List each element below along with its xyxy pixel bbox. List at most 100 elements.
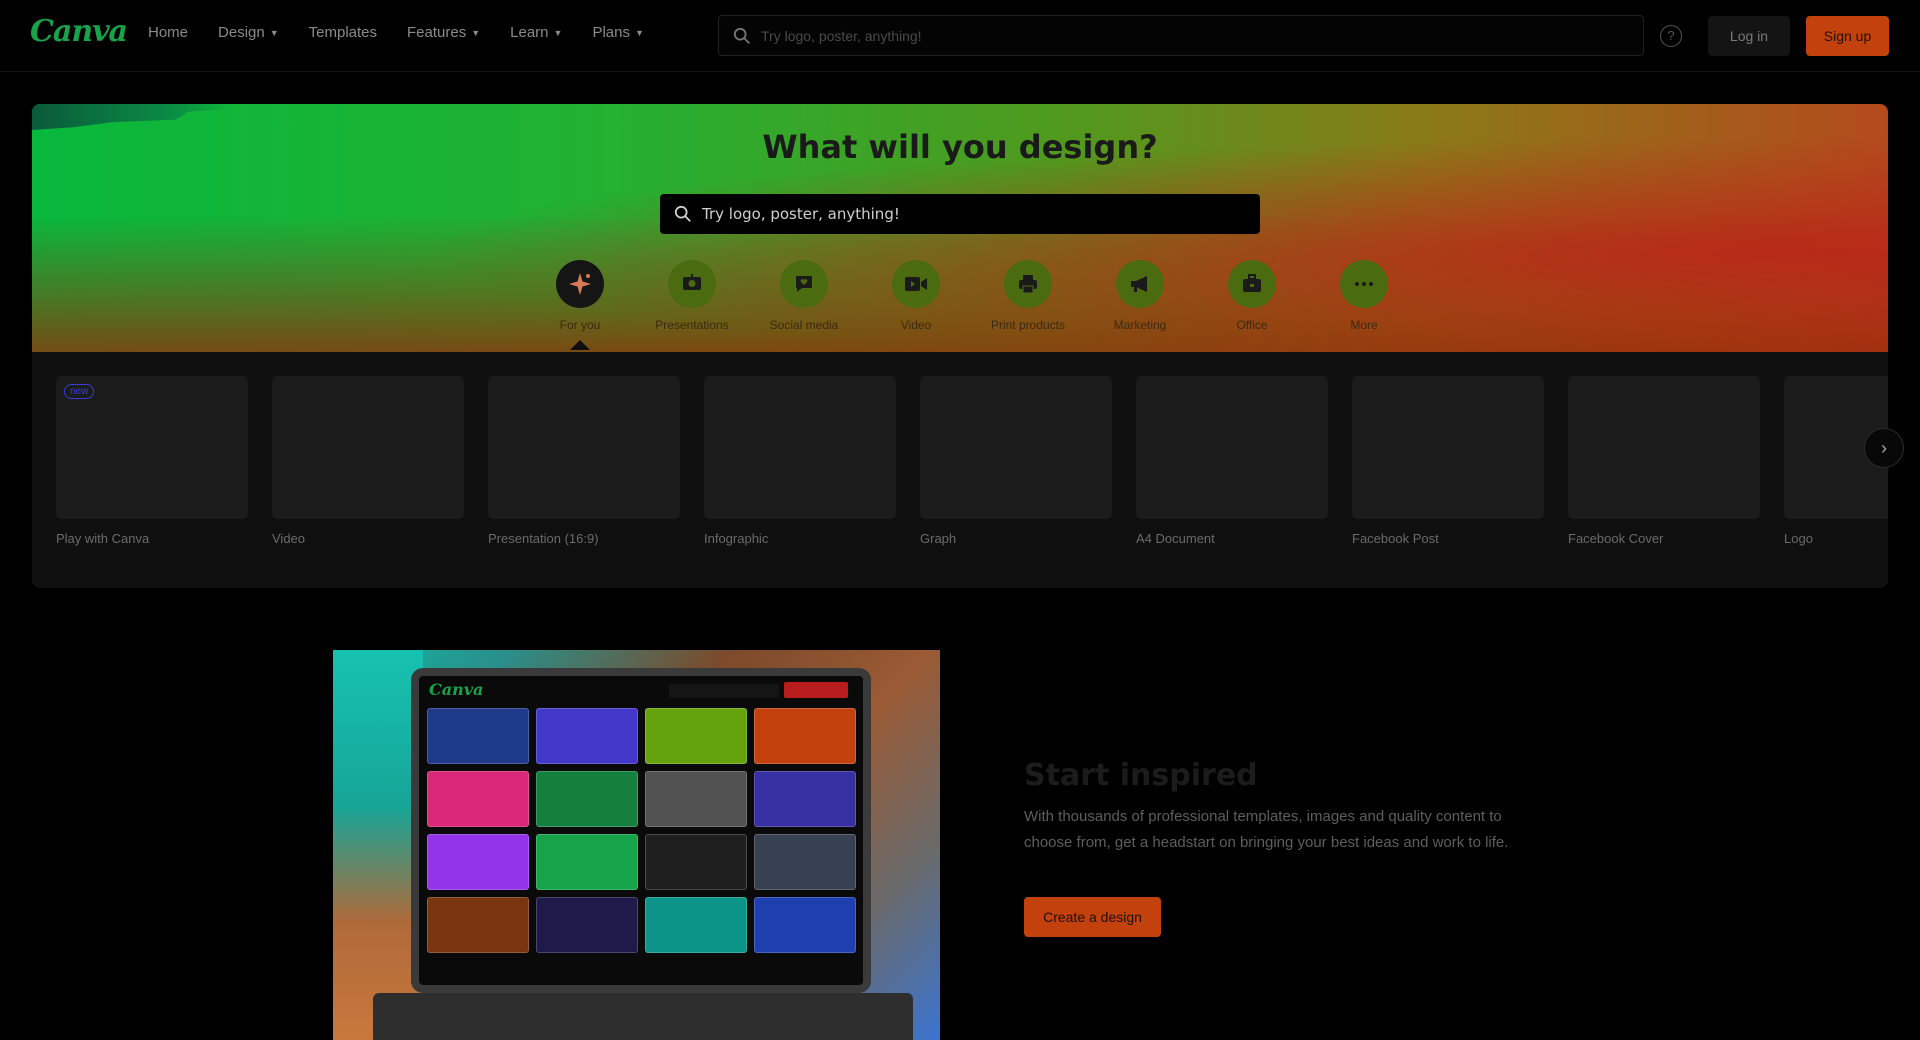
design-type-card[interactable]: Video xyxy=(272,376,464,546)
video-camera-icon xyxy=(892,260,940,308)
design-type-thumbnail xyxy=(1352,376,1544,519)
screen-canva-logo: Canva xyxy=(429,680,484,699)
template-tile xyxy=(427,771,529,827)
category-presentations[interactable]: Presentations xyxy=(636,260,748,332)
laptop-photo: Canva xyxy=(333,650,940,1040)
design-type-card[interactable]: Facebook Post xyxy=(1352,376,1544,546)
category-print-products[interactable]: Print products xyxy=(972,260,1084,332)
search-icon xyxy=(674,205,691,222)
nav-learn[interactable]: Learn ▼ xyxy=(510,24,562,41)
design-type-label: Logo xyxy=(1784,531,1813,546)
hero-search-input[interactable] xyxy=(702,205,1242,223)
design-type-card[interactable]: Presentation (16:9) xyxy=(488,376,680,546)
template-tile xyxy=(427,897,529,953)
hero-banner: What will you design? For you Presentati… xyxy=(32,104,1888,352)
template-tile xyxy=(754,708,856,764)
category-label: Office xyxy=(1236,318,1268,332)
start-inspired-title: Start inspired xyxy=(1024,758,1258,793)
printer-icon xyxy=(1004,260,1052,308)
active-indicator xyxy=(570,340,590,350)
question-circle-icon[interactable]: ? xyxy=(1660,25,1682,47)
nav-features[interactable]: Features ▼ xyxy=(407,24,480,41)
presentation-icon xyxy=(668,260,716,308)
category-more[interactable]: More xyxy=(1308,260,1420,332)
heart-chat-icon xyxy=(780,260,828,308)
photo-background xyxy=(333,650,423,1040)
hero-decoration xyxy=(32,104,232,130)
nav-home[interactable]: Home xyxy=(148,24,188,41)
template-tile xyxy=(536,708,638,764)
sparkle-icon xyxy=(556,260,604,308)
design-type-label: Presentation (16:9) xyxy=(488,531,599,546)
design-type-card[interactable]: A4 Document xyxy=(1136,376,1328,546)
template-tile xyxy=(645,897,747,953)
hero-search-bar[interactable] xyxy=(660,194,1260,234)
top-search-bar[interactable] xyxy=(718,15,1644,56)
design-type-label: Facebook Post xyxy=(1352,531,1439,546)
template-tile xyxy=(427,708,529,764)
design-type-card[interactable]: Graph xyxy=(920,376,1112,546)
new-badge: new xyxy=(64,384,95,399)
design-type-thumbnail xyxy=(704,376,896,519)
design-type-thumbnail: new xyxy=(56,376,248,519)
chevron-down-icon: ▼ xyxy=(471,27,481,38)
category-label: Presentations xyxy=(655,318,729,332)
login-button[interactable]: Log in xyxy=(1708,16,1790,56)
more-dots-icon xyxy=(1340,260,1388,308)
nav-plans[interactable]: Plans ▼ xyxy=(592,24,643,41)
signup-button[interactable]: Sign up xyxy=(1806,16,1889,56)
category-shortcuts: For you Presentations Social media Video xyxy=(524,260,1420,350)
template-tile xyxy=(645,708,747,764)
top-search-input[interactable] xyxy=(761,27,1621,44)
design-type-label: Graph xyxy=(920,531,957,546)
nav-design[interactable]: Design ▼ xyxy=(218,24,279,41)
design-types-carousel: new Play with Canva Video Presentation (… xyxy=(32,352,1888,588)
template-tile xyxy=(536,771,638,827)
search-icon xyxy=(733,27,750,44)
category-label: Print products xyxy=(990,318,1066,332)
carousel-next-button[interactable]: › xyxy=(1864,428,1904,468)
design-type-card[interactable]: new Play with Canva xyxy=(56,376,248,546)
nav-plans-label: Plans xyxy=(592,24,630,41)
design-type-card[interactable]: Infographic xyxy=(704,376,896,546)
design-type-thumbnail xyxy=(920,376,1112,519)
category-label: Marketing xyxy=(1113,318,1167,332)
start-inspired-description: With thousands of professional templates… xyxy=(1024,808,1509,851)
design-type-label: A4 Document xyxy=(1136,531,1215,546)
nav-design-label: Design xyxy=(218,24,265,41)
template-tile xyxy=(427,834,529,890)
screen-search-bar xyxy=(669,684,779,698)
canva-logo[interactable]: Canva xyxy=(30,14,128,49)
category-social-media[interactable]: Social media xyxy=(748,260,860,332)
design-type-card[interactable]: Facebook Cover xyxy=(1568,376,1760,546)
design-type-thumbnail xyxy=(1136,376,1328,519)
template-tile xyxy=(754,771,856,827)
category-label: Video xyxy=(900,318,932,332)
laptop-keyboard xyxy=(373,993,913,1040)
design-type-thumbnail xyxy=(272,376,464,519)
category-office[interactable]: Office xyxy=(1196,260,1308,332)
briefcase-icon xyxy=(1228,260,1276,308)
template-tile xyxy=(536,897,638,953)
nav-templates[interactable]: Templates xyxy=(309,24,377,41)
category-marketing[interactable]: Marketing xyxy=(1084,260,1196,332)
design-type-label: Video xyxy=(272,531,306,546)
design-type-label: Facebook Cover xyxy=(1568,531,1664,546)
create-design-button[interactable]: Create a design xyxy=(1024,897,1161,937)
template-tile xyxy=(645,834,747,890)
chevron-down-icon: ▼ xyxy=(634,27,644,38)
category-label: Social media xyxy=(769,318,839,332)
category-label: For you xyxy=(559,318,601,332)
nav-templates-label: Templates xyxy=(308,24,378,41)
design-type-label: Play with Canva xyxy=(56,531,150,546)
category-for-you[interactable]: For you xyxy=(524,260,636,350)
screen-template-grid xyxy=(427,708,856,953)
category-video[interactable]: Video xyxy=(860,260,972,332)
screen-create-button xyxy=(784,682,848,698)
main-nav: Home Design ▼ Templates Features ▼ Learn ▼ … xyxy=(148,24,644,41)
chevron-down-icon: ▼ xyxy=(553,27,563,38)
category-label: More xyxy=(1350,318,1378,332)
nav-learn-label: Learn xyxy=(510,24,549,41)
megaphone-icon xyxy=(1116,260,1164,308)
chevron-down-icon: ▼ xyxy=(269,27,279,38)
